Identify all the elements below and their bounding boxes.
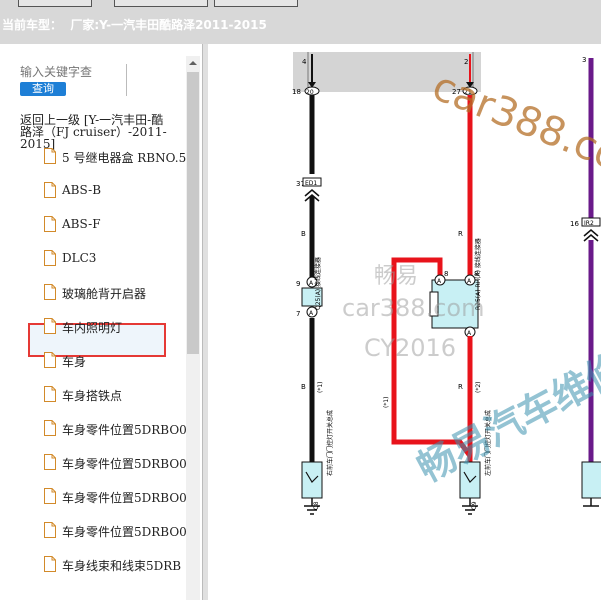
tree-item-label: 车身线束和线束5DRB bbox=[62, 559, 182, 573]
document-icon bbox=[44, 250, 56, 266]
wire-letter-r-1: R bbox=[458, 230, 463, 238]
toolbar-button-3[interactable] bbox=[214, 0, 298, 7]
conn-left: 20 bbox=[306, 89, 314, 96]
document-icon bbox=[44, 284, 56, 300]
tree-item[interactable]: 车身线束和线束5DRB bbox=[36, 552, 186, 578]
tree-item-label: ABS-F bbox=[62, 217, 101, 231]
tree-item[interactable]: 车身零件位置5DRBO0 bbox=[36, 450, 186, 476]
wire-letter-b-1: B bbox=[301, 230, 306, 238]
conn-a-pin-l2: 7 bbox=[296, 310, 300, 318]
current-model-value: 厂家:Y-一汽丰田酷路泽2011-2015 bbox=[70, 18, 267, 32]
tree-item[interactable]: 车身零件位置5DRBO0 bbox=[36, 416, 186, 442]
tree-item-label: 车身零件位置5DRBO0 bbox=[62, 525, 186, 539]
conn-label-right: R25(A) RH(A) 接线连接器 bbox=[474, 238, 482, 310]
scroll-up-arrow-icon[interactable] bbox=[186, 56, 200, 70]
search-button[interactable]: 查询 bbox=[20, 82, 66, 96]
pin-top-mid: 2 bbox=[464, 58, 468, 66]
document-icon bbox=[44, 454, 56, 470]
document-icon bbox=[44, 318, 56, 334]
tree-item-label: 车内照明灯 bbox=[62, 321, 123, 335]
switch-left-code: Q8 bbox=[313, 501, 320, 510]
splice-right-pin: 16 bbox=[570, 220, 579, 228]
switch-right bbox=[459, 461, 481, 499]
conn-mid-pin: 27 bbox=[452, 88, 461, 96]
conn-left-pin: 18 bbox=[292, 88, 301, 96]
current-model-label: 当前车型： bbox=[2, 18, 63, 32]
sidebar-scrollbar[interactable] bbox=[186, 56, 200, 600]
conn-mid: 21 bbox=[464, 89, 472, 96]
current-model: 当前车型： 厂家:Y-一汽丰田酷路泽2011-2015 bbox=[2, 16, 267, 33]
tree-item[interactable]: DLC3 bbox=[36, 246, 186, 272]
tree-item-label: DLC3 bbox=[62, 251, 97, 265]
tree-item[interactable]: 5 号继电器盒 RBNO.5 bbox=[36, 144, 186, 170]
switch-left-label: 右前车门门控灯开关总成 bbox=[326, 410, 334, 476]
tree-item-label: 玻璃舱背开启器 bbox=[62, 287, 147, 301]
toolbar-button-2[interactable] bbox=[114, 0, 208, 7]
document-icon bbox=[44, 556, 56, 572]
wire-letter-b-2: B bbox=[301, 383, 306, 391]
conn-a-pin-l1: 9 bbox=[296, 280, 300, 288]
document-icon bbox=[44, 182, 56, 198]
wire-tag-2: (*2) bbox=[475, 382, 482, 394]
tree-item-label: 车身 bbox=[62, 355, 87, 369]
ecu-box bbox=[293, 52, 481, 92]
document-icon bbox=[44, 216, 56, 232]
document-icon bbox=[44, 148, 56, 164]
tree-item-label: 车身零件位置5DRBO0 bbox=[62, 423, 186, 437]
splice-left-code: ED1 bbox=[305, 180, 317, 187]
tree-item-label: 车身零件位置5DRBO0 bbox=[62, 457, 186, 471]
document-icon bbox=[44, 522, 56, 538]
tree-item[interactable]: 车身零件位置5DRBO0 bbox=[36, 518, 186, 544]
wiring-diagram-svg: 4 2 3 18 20 37 ED1 B 9 A 7 A Q25(A) 接线连接… bbox=[292, 52, 601, 515]
document-icon bbox=[44, 386, 56, 402]
document-icon bbox=[44, 420, 56, 436]
tree-item-label: 车身零件位置5DRBO0 bbox=[62, 491, 186, 505]
toolbar-button-1[interactable] bbox=[18, 0, 92, 7]
tree-item[interactable]: ABS-B bbox=[36, 178, 186, 204]
switch-right-code: Q9 bbox=[471, 501, 478, 510]
sidebar: 查询 返回上一级 [Y-一汽丰田-酷路泽（FJ cruiser）-2011-20… bbox=[0, 44, 203, 600]
tree-item[interactable]: 玻璃舱背开启器 bbox=[36, 280, 186, 306]
wiring-diagram: 4 2 3 18 20 37 ED1 B 9 A 7 A Q25(A) 接线连接… bbox=[208, 44, 601, 600]
document-icon bbox=[44, 488, 56, 504]
document-icon bbox=[44, 352, 56, 368]
wire-letter-r-2: R bbox=[458, 383, 463, 391]
switch-left bbox=[301, 461, 323, 499]
scroll-thumb[interactable] bbox=[187, 72, 199, 354]
wire-tag-1: (*1) bbox=[317, 382, 324, 394]
tree-item-label: ABS-B bbox=[62, 183, 102, 197]
pin-top-right: 3 bbox=[582, 56, 586, 64]
tree-item[interactable]: 车身零件位置5DRBO0 bbox=[36, 484, 186, 510]
search-input[interactable] bbox=[20, 64, 120, 80]
conn-a-pin-r1: 8 bbox=[444, 270, 448, 278]
conn-label-left: Q25(A) 接线连接器 bbox=[314, 257, 322, 310]
switch-purple bbox=[581, 461, 601, 499]
top-bar: 当前车型： 厂家:Y-一汽丰田酷路泽2011-2015 bbox=[0, 0, 601, 44]
wire-tag-1b: (*1) bbox=[383, 397, 390, 409]
connector-r25 bbox=[431, 279, 479, 329]
pin-top-left: 4 bbox=[302, 58, 307, 66]
tree-item[interactable]: 车身 bbox=[36, 348, 186, 374]
tree-item-label: 车身搭铁点 bbox=[62, 389, 123, 403]
splice-right-code: IR2 bbox=[584, 220, 594, 227]
tree-item-label: 5 号继电器盒 RBNO.5 bbox=[62, 151, 186, 165]
tree-item[interactable]: ABS-F bbox=[36, 212, 186, 238]
tree-item[interactable]: 车身搭铁点 bbox=[36, 382, 186, 408]
tree-item[interactable]: 车内照明灯 bbox=[36, 314, 186, 340]
switch-right-label: 左前车门门控灯开关总成 bbox=[484, 410, 492, 476]
